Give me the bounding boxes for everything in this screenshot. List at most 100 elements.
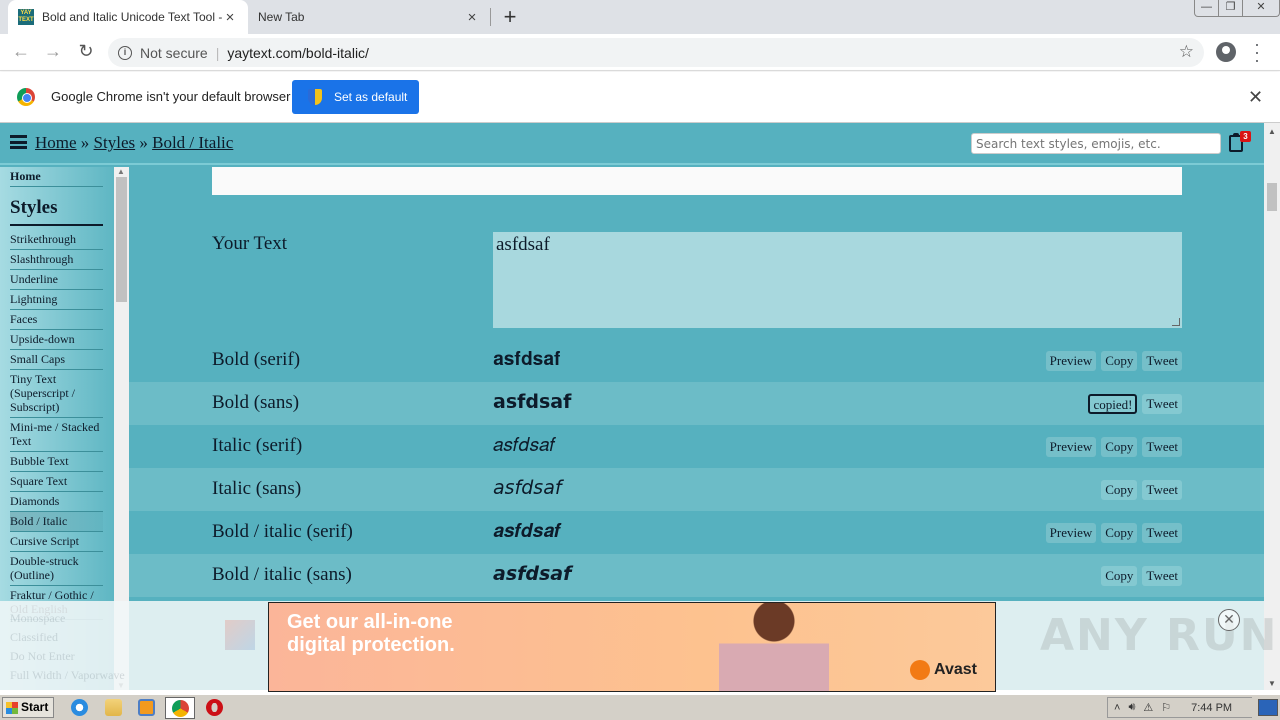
preview-button[interactable]: Preview [1045, 437, 1097, 457]
site-search-input[interactable] [971, 133, 1221, 154]
breadcrumb: Home » Styles » Bold / Italic [35, 133, 233, 153]
set-as-default-button[interactable]: Set as default [292, 80, 419, 114]
copy-button[interactable]: Copy [1101, 437, 1138, 457]
media-player-icon[interactable] [138, 699, 155, 716]
sidebar-item-obscured[interactable]: Do Not Enter [10, 647, 125, 666]
sidebar-item-obscured[interactable]: Full Width / Vaporwave [10, 666, 125, 685]
sidebar-item[interactable]: Diamonds [10, 492, 103, 512]
style-label: Italic (serif) [212, 435, 303, 456]
copy-button[interactable]: Copy [1101, 351, 1138, 371]
sidebar-item[interactable]: Slashthrough [10, 250, 103, 270]
style-output[interactable]: 𝙖𝙨𝙛𝙙𝙨𝙖𝙛 [493, 563, 571, 585]
opera-icon[interactable] [206, 699, 223, 716]
tweet-button[interactable]: Tweet [1142, 480, 1182, 500]
reload-icon[interactable]: ↻ [74, 41, 98, 62]
sidebar-item[interactable]: Underline [10, 270, 103, 290]
style-output[interactable]: 𝒂𝒔𝒇𝒅𝒔𝒂𝒇 [493, 520, 560, 542]
scroll-up-arrow-icon[interactable]: ▲ [1268, 127, 1276, 136]
tab-close-icon[interactable]: × [222, 9, 238, 26]
bookmark-star-icon[interactable]: ☆ [1179, 42, 1194, 62]
sidebar-item[interactable]: Bubble Text [10, 452, 103, 472]
tab-close-icon[interactable]: × [464, 9, 480, 26]
infobar-close-icon[interactable]: ✕ [1248, 87, 1263, 108]
network-warning-icon[interactable]: ⚠ [1143, 701, 1153, 714]
tweet-button[interactable]: Tweet [1142, 523, 1182, 543]
back-arrow-icon[interactable]: ← [9, 41, 33, 62]
resize-grip-icon[interactable] [1172, 318, 1180, 326]
chrome-taskbar-button[interactable] [165, 697, 195, 719]
breadcrumb-bold-italic[interactable]: Bold / Italic [152, 133, 233, 152]
style-output[interactable]: 𝘢𝘴𝘧𝘥𝘴𝘢𝘧 [493, 477, 562, 499]
tab-new-tab[interactable]: New Tab × [248, 0, 490, 34]
url-text[interactable]: yaytext.com/bold-italic/ [227, 45, 369, 61]
sidebar-item[interactable]: Upside-down [10, 330, 103, 350]
file-explorer-icon[interactable] [105, 699, 122, 716]
preview-button[interactable]: Preview [1045, 351, 1097, 371]
sidebar-item[interactable]: Mini-me / Stacked Text [10, 418, 103, 452]
row-buttons: Preview Copy Tweet [1045, 351, 1182, 371]
security-label: Not secure [140, 44, 208, 61]
preview-button[interactable]: Preview [1045, 523, 1097, 543]
window-controls: — ❐ ✕ [1194, 0, 1280, 17]
scroll-down-arrow-icon[interactable]: ▼ [1268, 679, 1276, 688]
style-label: Bold / italic (serif) [212, 521, 353, 542]
forward-arrow-icon[interactable]: → [41, 41, 65, 62]
sidebar-item[interactable]: Square Text [10, 472, 103, 492]
copy-button[interactable]: Copy [1101, 566, 1138, 586]
browser-toolbar: ← → ↻ i Not secure | yaytext.com/bold-it… [0, 34, 1280, 71]
style-output[interactable]: 𝐚𝐬𝐟𝐝𝐬𝐚𝐟 [493, 348, 560, 370]
breadcrumb-home[interactable]: Home [35, 133, 77, 152]
ad-close-icon[interactable]: ✕ [1218, 609, 1240, 631]
volume-icon[interactable]: 🔊︎ [1128, 701, 1135, 714]
start-button[interactable]: Start [2, 697, 54, 718]
hamburger-menu-icon[interactable] [10, 135, 27, 149]
tray-expand-icon[interactable]: ˄ [1114, 702, 1120, 714]
chrome-menu-icon[interactable]: · · · [1252, 35, 1262, 69]
copied-button[interactable]: copied! [1088, 394, 1138, 414]
sidebar-item[interactable]: Cursive Script [10, 532, 103, 552]
sidebar-item-home[interactable]: Home [10, 167, 103, 187]
sidebar-item[interactable]: Bold / Italic [10, 512, 103, 532]
new-tab-button[interactable]: + [498, 4, 522, 30]
internet-explorer-icon[interactable] [71, 699, 88, 716]
tweet-button[interactable]: Tweet [1142, 351, 1182, 371]
tweet-button[interactable]: Tweet [1142, 394, 1182, 414]
scroll-up-arrow-icon[interactable]: ▲ [117, 167, 125, 176]
site-header: Home » Styles » Bold / Italic 3 [0, 123, 1264, 165]
anyrun-watermark: ANY RUN [1040, 610, 1279, 661]
sidebar-item[interactable]: Tiny Text (Superscript / Subscript) [10, 370, 103, 418]
avast-ad-banner[interactable]: Get our all-in-one digital protection. A… [268, 602, 996, 692]
sidebar-item-obscured[interactable]: Monospace [10, 609, 125, 628]
sidebar-scroll-thumb[interactable] [116, 177, 127, 302]
action-center-flag-icon[interactable]: ⚐ [1161, 701, 1171, 714]
style-output[interactable]: 𝑎𝑠𝑓𝑑𝑠𝑎𝑓 [493, 434, 555, 456]
sidebar-item[interactable]: Lightning [10, 290, 103, 310]
sidebar-item[interactable]: Small Caps [10, 350, 103, 370]
copy-button[interactable]: Copy [1101, 523, 1138, 543]
profile-avatar-icon[interactable] [1216, 42, 1236, 62]
style-output[interactable]: 𝗮𝘀𝗳𝗱𝘀𝗮𝗳 [493, 391, 571, 413]
tweet-button[interactable]: Tweet [1142, 566, 1182, 586]
sidebar-list: Strikethrough Slashthrough Underline Lightn… [0, 230, 114, 620]
info-icon[interactable]: i [118, 45, 132, 60]
style-row: Italic (serif) 𝑎𝑠𝑓𝑑𝑠𝑎𝑓 Preview Copy Tweet [129, 425, 1264, 468]
close-window-button[interactable]: ✕ [1243, 0, 1279, 16]
your-text-input[interactable]: asfdsaf [493, 232, 1182, 328]
page-scroll-thumb[interactable] [1267, 183, 1277, 211]
restore-button[interactable]: ❐ [1219, 0, 1243, 16]
tab-bold-italic[interactable]: YAY TEXT Bold and Italic Unicode Text To… [8, 0, 248, 34]
sidebar-item[interactable]: Double-struck (Outline) [10, 552, 103, 586]
minimize-button[interactable]: — [1195, 0, 1219, 16]
sidebar-item-obscured[interactable]: Classified [10, 628, 125, 647]
sidebar-item[interactable]: Strikethrough [10, 230, 103, 250]
show-desktop-button[interactable] [1258, 699, 1278, 716]
address-bar[interactable]: i Not secure | yaytext.com/bold-italic/ … [108, 38, 1204, 67]
breadcrumb-styles[interactable]: Styles [94, 133, 136, 152]
clock[interactable]: 7:44 PM [1191, 702, 1232, 714]
page-scrollbar[interactable]: ▲ ▼ [1264, 123, 1280, 690]
tweet-button[interactable]: Tweet [1142, 437, 1182, 457]
sidebar-styles-heading: Styles [10, 187, 103, 226]
default-browser-infobar: Google Chrome isn't your default browser… [0, 72, 1280, 123]
copy-button[interactable]: Copy [1101, 480, 1138, 500]
sidebar-item[interactable]: Faces [10, 310, 103, 330]
